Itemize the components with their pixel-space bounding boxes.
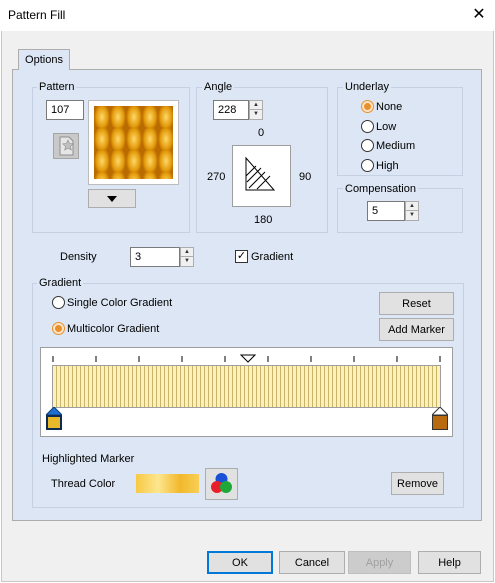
gradient-checkbox[interactable]: ✓ xyxy=(235,250,248,263)
help-button[interactable]: Help xyxy=(418,551,481,574)
thread-color-swatch xyxy=(136,474,199,493)
compensation-group-label: Compensation xyxy=(343,183,418,195)
angle-label-bottom: 180 xyxy=(254,214,273,226)
gradient-marker-start[interactable] xyxy=(46,407,62,431)
multicolor-gradient-label[interactable]: Multicolor Gradient xyxy=(67,323,159,335)
thread-color-picker-button[interactable] xyxy=(205,468,238,500)
density-spin-up-icon[interactable]: ▲ xyxy=(181,248,193,257)
underlay-medium-radio[interactable] xyxy=(361,139,374,152)
underlay-high-radio[interactable] xyxy=(361,159,374,172)
thread-color-label: Thread Color xyxy=(51,478,116,490)
angle-spin-up-icon[interactable]: ▲ xyxy=(250,101,262,110)
pattern-preview-swatch xyxy=(94,106,173,179)
apply-button[interactable]: Apply xyxy=(348,551,411,574)
star-page-icon xyxy=(59,136,75,156)
marker-start-swatch xyxy=(46,415,62,430)
angle-label-top: 0 xyxy=(258,127,265,139)
compensation-field[interactable]: 5 xyxy=(367,201,405,221)
color-circles-icon xyxy=(211,473,232,493)
angle-direction-icon xyxy=(245,156,276,191)
density-spinner[interactable]: ▲ ▼ xyxy=(180,247,194,267)
angle-label-left: 270 xyxy=(207,171,226,183)
single-color-gradient-label[interactable]: Single Color Gradient xyxy=(67,297,172,309)
marker-end-swatch xyxy=(432,415,448,430)
title-bar xyxy=(0,0,495,31)
underlay-medium-label[interactable]: Medium xyxy=(376,140,415,152)
pattern-dropdown-button[interactable] xyxy=(88,189,136,208)
underlay-group-label: Underlay xyxy=(343,81,392,93)
gradient-marker-end[interactable] xyxy=(432,407,448,431)
angle-group-label: Angle xyxy=(202,81,235,93)
cancel-button[interactable]: Cancel xyxy=(279,551,345,574)
angle-spinner[interactable]: ▲ ▼ xyxy=(249,100,263,120)
add-marker-button[interactable]: Add Marker xyxy=(379,318,454,341)
gradient-checkbox-label[interactable]: Gradient xyxy=(251,251,293,263)
underlay-low-radio[interactable] xyxy=(361,120,374,133)
underlay-low-label[interactable]: Low xyxy=(376,121,396,133)
angle-dial[interactable] xyxy=(232,145,291,207)
tab-options[interactable]: Options xyxy=(18,49,70,70)
pattern-number-field[interactable]: 107 xyxy=(46,100,84,120)
triangle-down-icon xyxy=(107,196,117,202)
density-spin-down-icon[interactable]: ▼ xyxy=(181,257,193,266)
close-icon[interactable]: ✕ xyxy=(468,4,490,26)
highlighted-marker-label: Highlighted Marker xyxy=(42,453,135,465)
compensation-spin-up-icon[interactable]: ▲ xyxy=(406,202,418,211)
compensation-spinner[interactable]: ▲ ▼ xyxy=(405,201,419,221)
gradient-group-label: Gradient xyxy=(37,277,84,289)
angle-spin-down-icon[interactable]: ▼ xyxy=(250,110,262,119)
gradient-editor[interactable] xyxy=(40,347,453,437)
marker-pointer-icon xyxy=(432,407,448,415)
angle-label-right: 90 xyxy=(299,171,312,183)
density-field[interactable]: 3 xyxy=(130,247,180,267)
multicolor-gradient-radio[interactable] xyxy=(52,322,65,335)
underlay-none-radio[interactable] xyxy=(361,100,374,113)
marker-pointer-icon xyxy=(46,407,62,415)
single-color-gradient-radio[interactable] xyxy=(52,296,65,309)
gradient-color-bar xyxy=(52,365,441,408)
favorite-pattern-button[interactable] xyxy=(53,133,79,159)
underlay-none-label[interactable]: None xyxy=(376,101,402,113)
pattern-preview-frame[interactable] xyxy=(88,100,179,185)
ok-button[interactable]: OK xyxy=(207,551,273,574)
window-title: Pattern Fill xyxy=(8,8,66,22)
underlay-high-label[interactable]: High xyxy=(376,160,399,172)
compensation-spin-down-icon[interactable]: ▼ xyxy=(406,211,418,220)
density-label: Density xyxy=(60,251,97,263)
remove-button[interactable]: Remove xyxy=(391,472,444,495)
reset-button[interactable]: Reset xyxy=(379,292,454,315)
pattern-group-label: Pattern xyxy=(37,81,77,93)
angle-field[interactable]: 228 xyxy=(213,100,249,120)
